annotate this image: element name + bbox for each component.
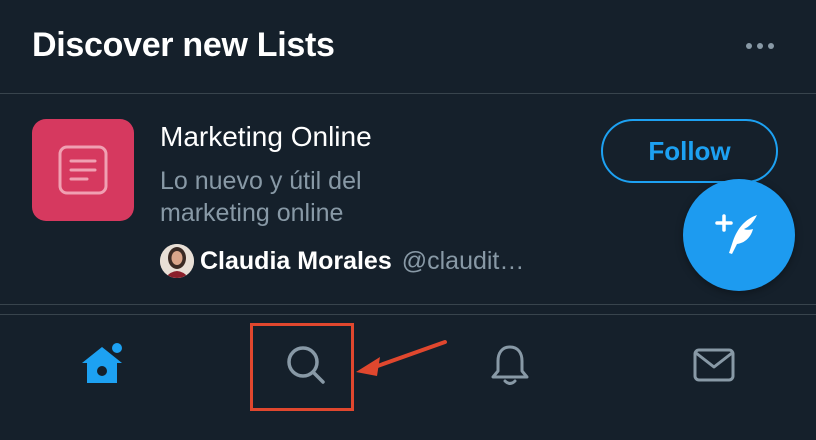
- owner-handle: @claudit…: [401, 246, 525, 275]
- compose-tweet-button[interactable]: [683, 179, 795, 291]
- list-owner[interactable]: Claudia Morales @claudit…: [160, 243, 524, 279]
- page-title: Discover new Lists: [32, 26, 335, 64]
- mail-icon: [693, 348, 735, 382]
- tab-messages[interactable]: [612, 315, 816, 415]
- compose-tweet-icon: [715, 214, 757, 254]
- more-horizontal-icon: [746, 43, 774, 49]
- list-description: Lo nuevo y útil del marketing online: [160, 167, 362, 227]
- tab-home[interactable]: [0, 315, 204, 415]
- list-document-icon: [58, 145, 108, 195]
- list-thumbnail: [32, 119, 134, 221]
- bottom-tab-bar: [0, 314, 816, 440]
- discover-lists-screen: Discover new Lists Marketing Online Lo n…: [0, 0, 816, 440]
- header: Discover new Lists: [0, 0, 816, 94]
- home-icon: [82, 343, 122, 383]
- list-name: Marketing Online: [160, 121, 372, 152]
- tab-notifications[interactable]: [408, 315, 612, 415]
- bell-icon: [491, 345, 529, 385]
- tab-search[interactable]: [204, 315, 408, 415]
- more-button[interactable]: [738, 32, 782, 60]
- avatar: [160, 244, 194, 278]
- search-icon: [287, 346, 325, 384]
- follow-button[interactable]: Follow: [601, 119, 778, 183]
- owner-name: Claudia Morales: [200, 246, 392, 275]
